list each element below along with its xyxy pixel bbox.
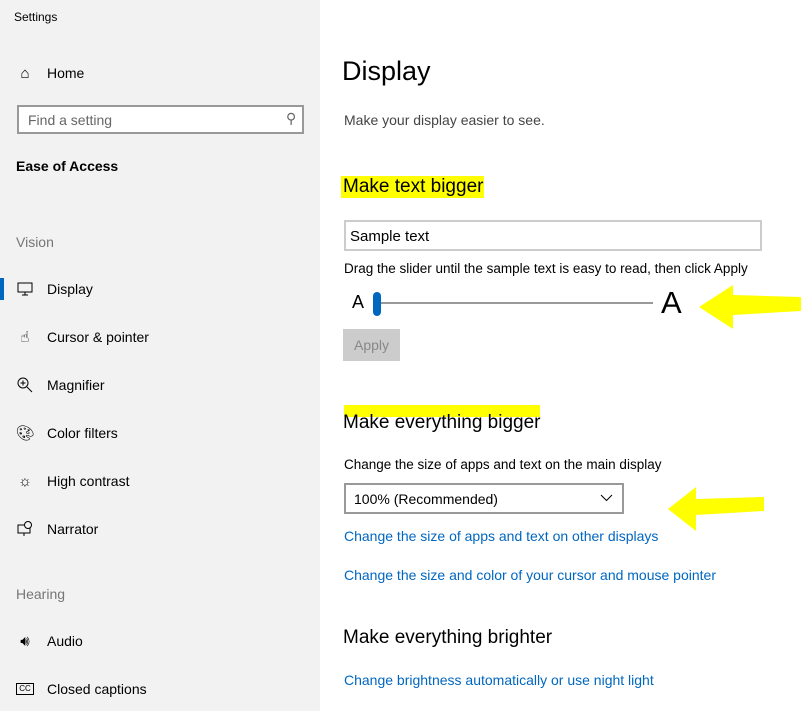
sidebar-item-display[interactable]: Display — [0, 269, 320, 309]
link-cursor-settings[interactable]: Change the size and color of your cursor… — [344, 567, 716, 583]
sidebar-item-audio[interactable]: 🔊︎ Audio — [0, 621, 320, 661]
chevron-down-icon — [600, 494, 613, 502]
sidebar-item-magnifier[interactable]: Magnifier — [0, 365, 320, 405]
heading-make-text-bigger: Make text bigger — [343, 176, 484, 197]
palette-icon: 🎨︎ — [15, 425, 35, 442]
sidebar-item-color-filters[interactable]: 🎨︎ Color filters — [0, 413, 320, 453]
home-icon: ⌂ — [20, 64, 30, 82]
sidebar-home[interactable]: ⌂ Home — [0, 53, 320, 93]
sample-text-box: Sample text — [344, 220, 762, 251]
search-icon: ⚲ — [285, 110, 296, 126]
monitor-icon — [16, 280, 34, 298]
window-title: Settings — [14, 10, 58, 24]
cursor-pointer-icon: ☝ — [20, 329, 30, 346]
section-vision: Vision — [16, 234, 54, 250]
heading-make-everything-bigger: Make everything bigger — [343, 412, 541, 433]
slider-instruction: Drag the slider until the sample text is… — [344, 261, 748, 276]
slider-thumb[interactable] — [373, 292, 381, 316]
slider-track — [377, 302, 653, 304]
apply-button[interactable]: Apply — [343, 329, 400, 361]
closed-captions-icon: CC — [16, 680, 34, 698]
large-a-label: A — [661, 285, 682, 320]
scale-dropdown[interactable]: 100% (Recommended) — [344, 483, 624, 514]
page-subtitle: Make your display easier to see. — [344, 112, 545, 128]
sidebar-item-cursor-pointer[interactable]: ☝ Cursor & pointer — [0, 317, 320, 357]
sidebar-item-high-contrast[interactable]: ☼ High contrast — [0, 461, 320, 501]
category-title: Ease of Access — [16, 158, 119, 174]
text-size-slider[interactable] — [373, 292, 653, 316]
magnifier-icon — [16, 376, 34, 394]
annotation-arrow — [699, 285, 801, 329]
section-hearing: Hearing — [16, 586, 66, 602]
search-input[interactable]: Find a setting ⚲ — [17, 105, 304, 134]
sidebar-item-narrator[interactable]: Narrator — [0, 509, 320, 549]
speaker-icon: 🔊︎ — [20, 632, 30, 650]
small-a-label: A — [352, 292, 365, 312]
narrator-icon — [16, 520, 34, 538]
sidebar-item-closed-captions[interactable]: CC Closed captions — [0, 669, 320, 709]
sidebar: Settings ⌂ Home Find a setting ⚲ Ease of… — [0, 0, 320, 711]
page-title: Display — [342, 56, 431, 86]
heading-make-everything-brighter: Make everything brighter — [343, 627, 553, 648]
link-other-displays[interactable]: Change the size of apps and text on othe… — [344, 528, 658, 544]
link-night-light[interactable]: Change brightness automatically or use n… — [344, 672, 654, 688]
sun-icon: ☼ — [18, 472, 32, 490]
annotation-arrow — [668, 487, 764, 531]
scale-label: Change the size of apps and text on the … — [344, 457, 662, 472]
